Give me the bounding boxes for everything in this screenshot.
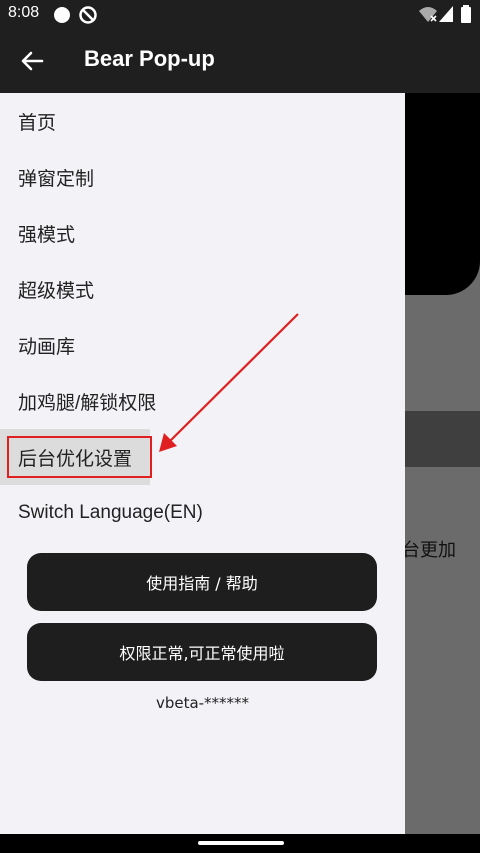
app-title: Bear Pop-up (84, 46, 215, 71)
drawer-item-popup-custom[interactable]: 弹窗定制 (0, 149, 405, 205)
drawer-item-switch-language[interactable]: Switch Language(EN) (0, 485, 405, 541)
app-bar: Bear Pop-up (0, 29, 480, 93)
arrow-left-icon[interactable] (18, 47, 46, 75)
drawer-item-unlock-permissions[interactable]: 加鸡腿/解锁权限 (0, 373, 405, 429)
drawer-item-super-mode[interactable]: 超级模式 (0, 261, 405, 317)
status-time: 8:08 (8, 4, 40, 21)
help-guide-button[interactable]: 使用指南 / 帮助 (27, 553, 377, 611)
background-band (400, 411, 480, 467)
home-gesture-handle[interactable] (198, 841, 284, 845)
drawer-item-animation-library[interactable]: 动画库 (0, 317, 405, 373)
permission-status-button[interactable]: 权限正常,可正常使用啦 (27, 623, 377, 681)
do-not-disturb-icon (79, 6, 97, 24)
signal-icon (439, 6, 453, 22)
battery-icon (461, 5, 471, 23)
drawer-item-home[interactable]: 首页 (0, 93, 405, 149)
circle-icon (54, 7, 70, 23)
version-label: vbeta-****** (155, 694, 250, 712)
background-text: 台更加 (402, 540, 456, 561)
system-nav-bar (0, 834, 480, 853)
annotation-highlight-box (7, 436, 152, 478)
status-bar: 8:08 (0, 0, 480, 29)
drawer-item-strong-mode[interactable]: 强模式 (0, 205, 405, 261)
wifi-icon (419, 7, 437, 22)
